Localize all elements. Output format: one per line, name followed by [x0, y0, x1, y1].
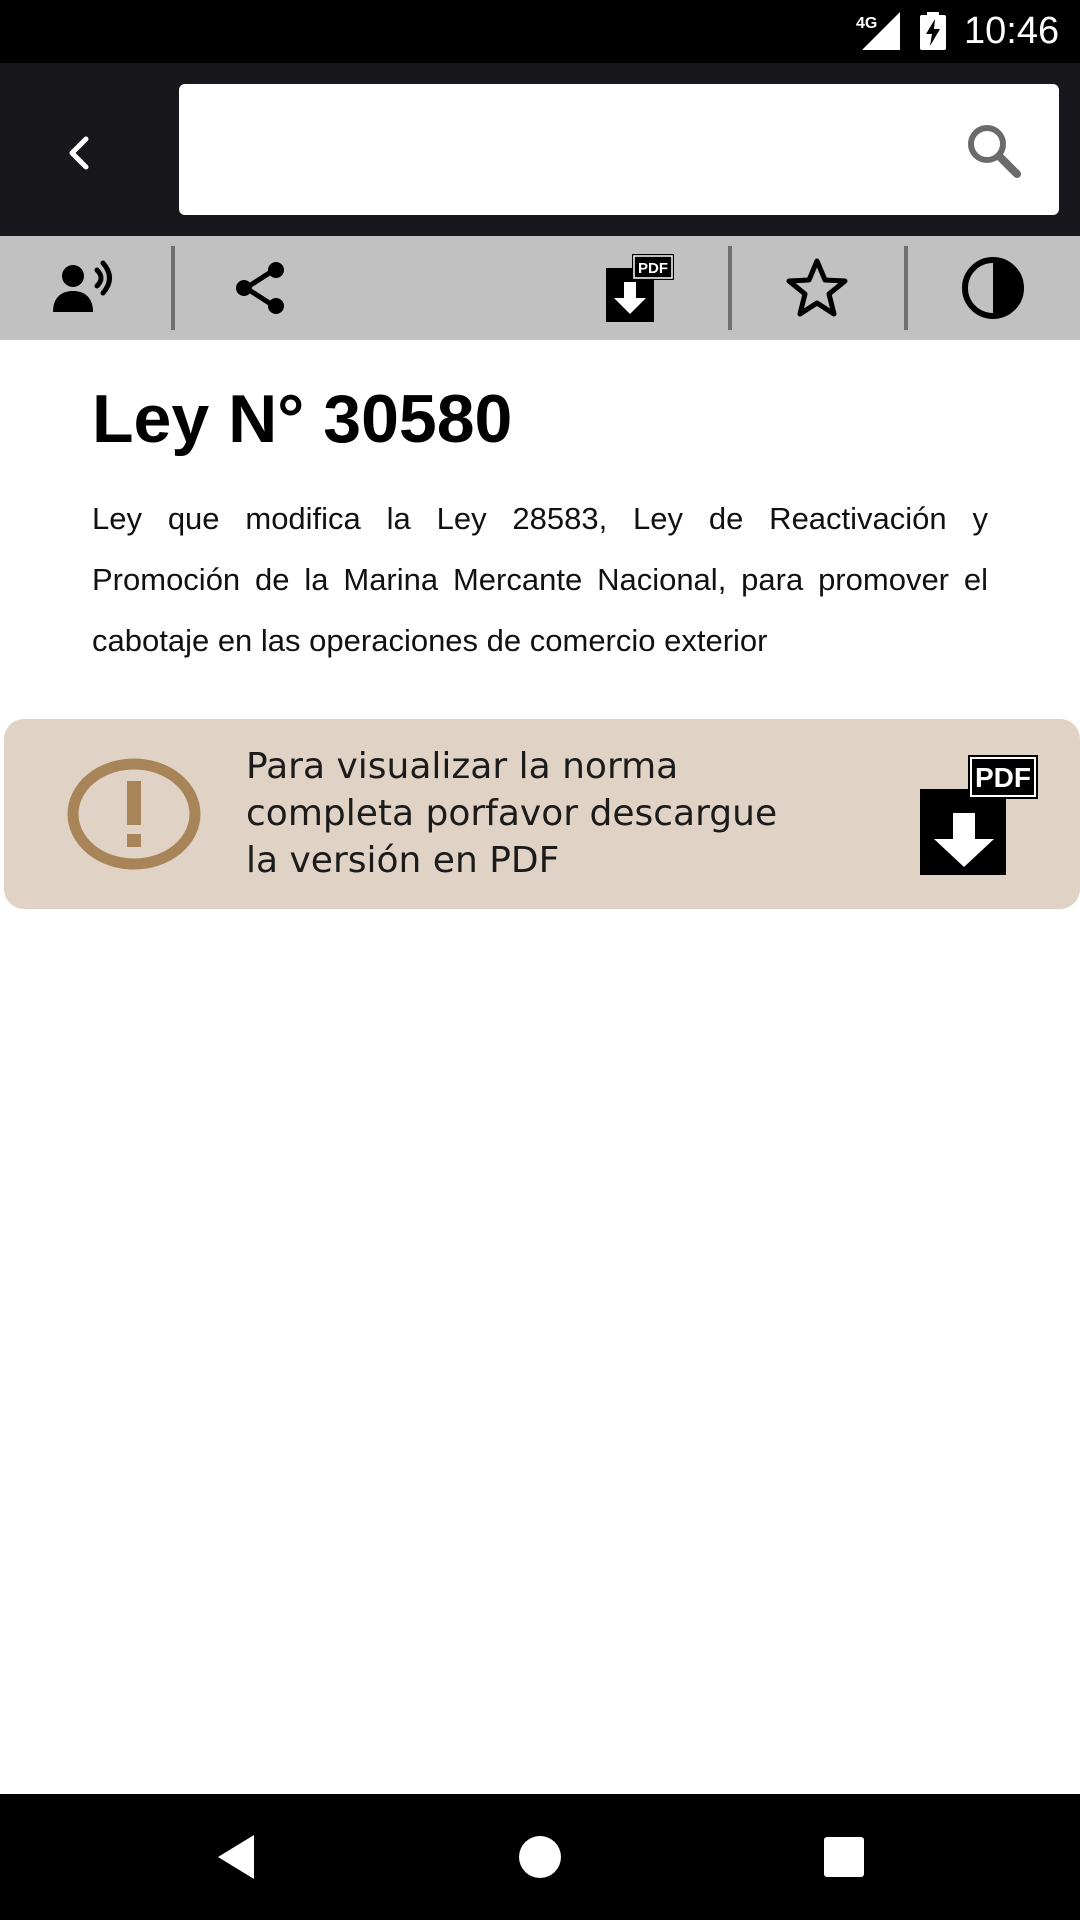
contrast-button[interactable] — [938, 236, 1048, 340]
system-navigation-bar — [0, 1794, 1080, 1920]
toolbar-divider — [728, 246, 732, 330]
download-notice-banner[interactable]: Para visualizar la norma completa porfav… — [4, 719, 1080, 909]
share-button[interactable] — [205, 236, 315, 340]
contrast-icon — [962, 257, 1024, 319]
favorite-button[interactable] — [762, 236, 872, 340]
app-bar — [0, 63, 1080, 236]
download-pdf-button[interactable]: PDF — [590, 236, 690, 340]
network-type-label: 4G — [856, 15, 877, 32]
back-icon — [69, 136, 89, 170]
toolbar-divider — [904, 246, 908, 330]
toolbar-divider — [171, 246, 175, 330]
search-box — [179, 84, 1059, 215]
speaker-person-icon — [53, 260, 112, 312]
back-button[interactable] — [40, 113, 120, 193]
pdf-badge-label: PDF — [975, 762, 1031, 793]
battery-charging-icon — [920, 12, 946, 50]
nav-back-button[interactable] — [196, 1817, 276, 1897]
home-circle-icon — [519, 1836, 561, 1878]
nav-recents-button[interactable] — [804, 1817, 884, 1897]
read-aloud-button[interactable] — [30, 236, 140, 340]
action-toolbar: PDF — [0, 236, 1080, 340]
star-icon — [786, 258, 848, 317]
status-time: 10:46 — [964, 10, 1060, 52]
nav-home-button[interactable] — [500, 1817, 580, 1897]
page-title: Ley N° 30580 — [92, 381, 513, 457]
notice-message: Para visualizar la norma completa porfav… — [246, 746, 778, 881]
recents-square-icon — [824, 1837, 864, 1877]
pdf-badge-label: PDF — [638, 260, 668, 277]
share-icon — [236, 262, 284, 314]
pdf-download-icon: PDF — [920, 755, 1038, 875]
signal-icon: 4G — [856, 12, 900, 50]
pdf-download-icon: PDF — [606, 254, 674, 322]
back-triangle-icon — [218, 1835, 254, 1879]
search-icon[interactable] — [963, 120, 1023, 180]
search-input[interactable] — [203, 114, 963, 184]
document-description: Ley que modifica la Ley 28583, Ley de Re… — [92, 501, 988, 658]
warning-icon — [67, 758, 201, 870]
status-bar: 4G 10:46 — [0, 0, 1080, 63]
